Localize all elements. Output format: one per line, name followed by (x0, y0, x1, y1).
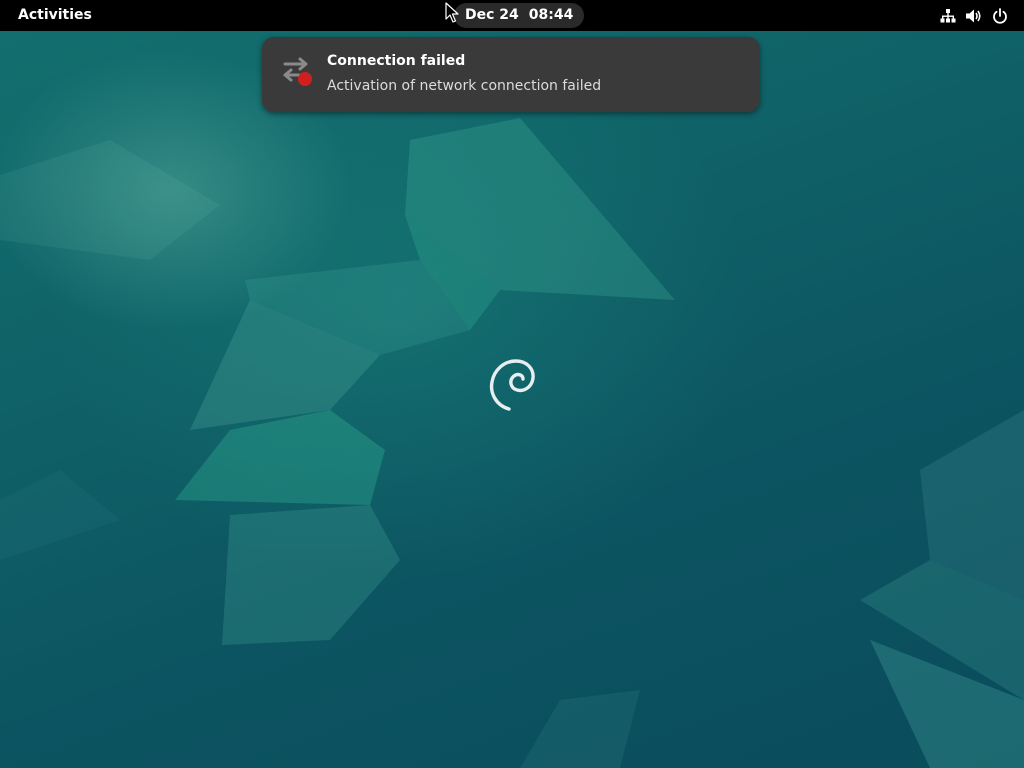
volume-icon (964, 6, 984, 26)
notification-banner[interactable]: Connection failed Activation of network … (262, 37, 760, 112)
mouse-cursor-icon (445, 2, 459, 24)
clock-button[interactable]: Dec 24 08:44 (454, 3, 585, 28)
network-wired-icon (938, 6, 958, 26)
clock-time: 08:44 (528, 7, 574, 23)
network-error-icon (279, 53, 315, 89)
power-icon (990, 6, 1010, 26)
debian-swirl-logo (488, 356, 536, 412)
top-bar: Activities Dec 24 08:44 (0, 0, 1024, 31)
system-menu-button[interactable] (932, 3, 1016, 28)
notification-title: Connection failed (327, 53, 466, 69)
clock-date: Dec 24 (465, 7, 519, 23)
notification-body: Activation of network connection failed (327, 78, 602, 94)
activities-button[interactable]: Activities (8, 3, 102, 28)
